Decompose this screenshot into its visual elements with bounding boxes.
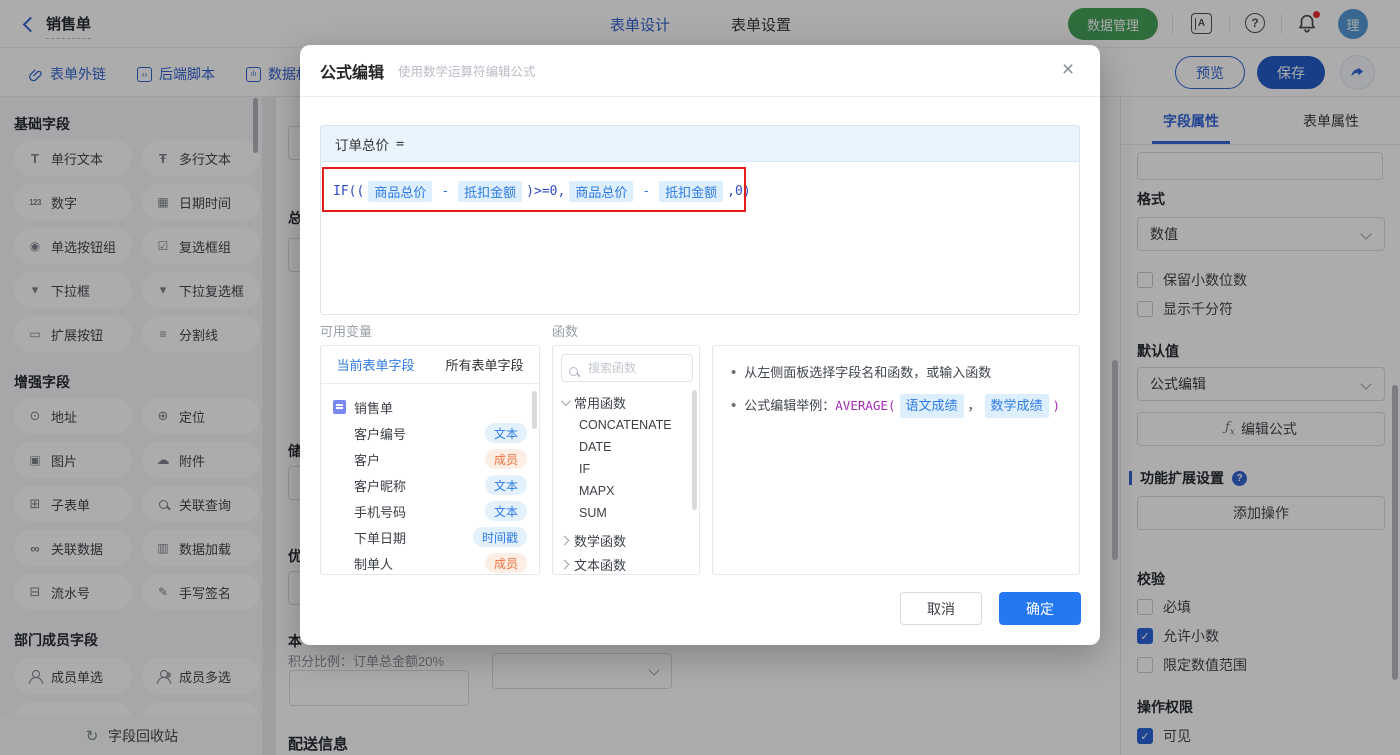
formula-editor[interactable]: 订单总价 = IF(( 商品总价 - 抵扣金额 )>=0, 商品总价 - 抵扣金…	[320, 125, 1080, 315]
formula-target-row: 订单总价 =	[321, 126, 1079, 162]
function-item[interactable]: CONCATENATE	[553, 414, 699, 436]
variable-row[interactable]: 客户昵称 文本	[321, 472, 539, 498]
variables-panel: 当前表单字段 所有表单字段 销售单 客户编号 文本 客户 成员 客户昵称 文本 …	[320, 345, 540, 575]
help-line-2: • 公式编辑举例： AVERAGE( 语文成绩 ， 数学成绩 )	[727, 394, 1065, 418]
chevron-down-icon	[560, 395, 571, 406]
function-item[interactable]: MAPX	[553, 480, 699, 502]
close-icon[interactable]: ×	[1055, 57, 1081, 83]
confirm-button[interactable]: 确定	[999, 592, 1081, 625]
equals-sign: =	[396, 135, 405, 152]
type-badge: 成员	[484, 449, 527, 469]
chevron-right-icon	[559, 559, 570, 569]
bullet: •	[731, 364, 737, 381]
modal-header: 公式编辑 使用数学运算符编辑公式	[300, 45, 1100, 97]
type-badge: 成员	[484, 553, 527, 573]
function-group-math[interactable]: 数学函数	[553, 528, 699, 552]
variable-row[interactable]: 下单日期 时间戳	[321, 524, 539, 550]
variable-row[interactable]: 手机号码 文本	[321, 498, 539, 524]
example-field-token: 语文成绩	[899, 394, 964, 418]
search-icon	[569, 363, 578, 381]
variable-row[interactable]: 客户编号 文本	[321, 420, 539, 446]
example-field-token: 数学成绩	[984, 394, 1049, 418]
variable-row[interactable]: 客户 成员	[321, 446, 539, 472]
function-search-input[interactable]	[561, 354, 693, 382]
form-tree-node[interactable]: 销售单	[321, 394, 539, 420]
variables-tabs: 当前表单字段 所有表单字段	[321, 346, 539, 384]
modal-title: 公式编辑	[320, 64, 385, 82]
variables-scrollbar[interactable]	[532, 391, 537, 429]
bullet: •	[731, 397, 737, 414]
red-annotation-box	[322, 167, 746, 212]
target-field-name: 订单总价	[335, 137, 389, 153]
function-item[interactable]: DATE	[553, 436, 699, 458]
type-badge: 时间戳	[472, 527, 527, 547]
type-badge: 文本	[484, 423, 527, 443]
help-line-1: • 从左侧面板选择字段名和函数，或输入函数	[727, 362, 1065, 384]
formula-help-panel: • 从左侧面板选择字段名和函数，或输入函数 • 公式编辑举例： AVERAGE(…	[712, 345, 1080, 575]
functions-label: 函数	[552, 324, 579, 339]
variable-row[interactable]: 制单人 成员	[321, 550, 539, 574]
tab-all-form-fields[interactable]: 所有表单字段	[430, 346, 539, 383]
function-group-common[interactable]: 常用函数	[553, 390, 699, 414]
functions-panel: 常用函数 CONCATENATE DATE IF MAPX SUM 数学函数 文…	[552, 345, 700, 575]
cancel-button[interactable]: 取消	[900, 592, 982, 625]
variables-label: 可用变量	[320, 324, 373, 339]
function-item[interactable]: SUM	[553, 502, 699, 524]
functions-scrollbar[interactable]	[692, 390, 697, 510]
function-group-text[interactable]: 文本函数	[553, 552, 699, 574]
function-item[interactable]: IF	[553, 458, 699, 480]
tab-current-form-fields[interactable]: 当前表单字段	[321, 346, 430, 383]
document-icon	[333, 400, 346, 414]
type-badge: 文本	[484, 475, 527, 495]
type-badge: 文本	[484, 501, 527, 521]
formula-editor-modal: 公式编辑 使用数学运算符编辑公式 × 订单总价 = IF(( 商品总价 - 抵扣…	[300, 45, 1100, 645]
chevron-right-icon	[559, 535, 570, 545]
modal-subtitle: 使用数学运算符编辑公式	[398, 65, 536, 79]
